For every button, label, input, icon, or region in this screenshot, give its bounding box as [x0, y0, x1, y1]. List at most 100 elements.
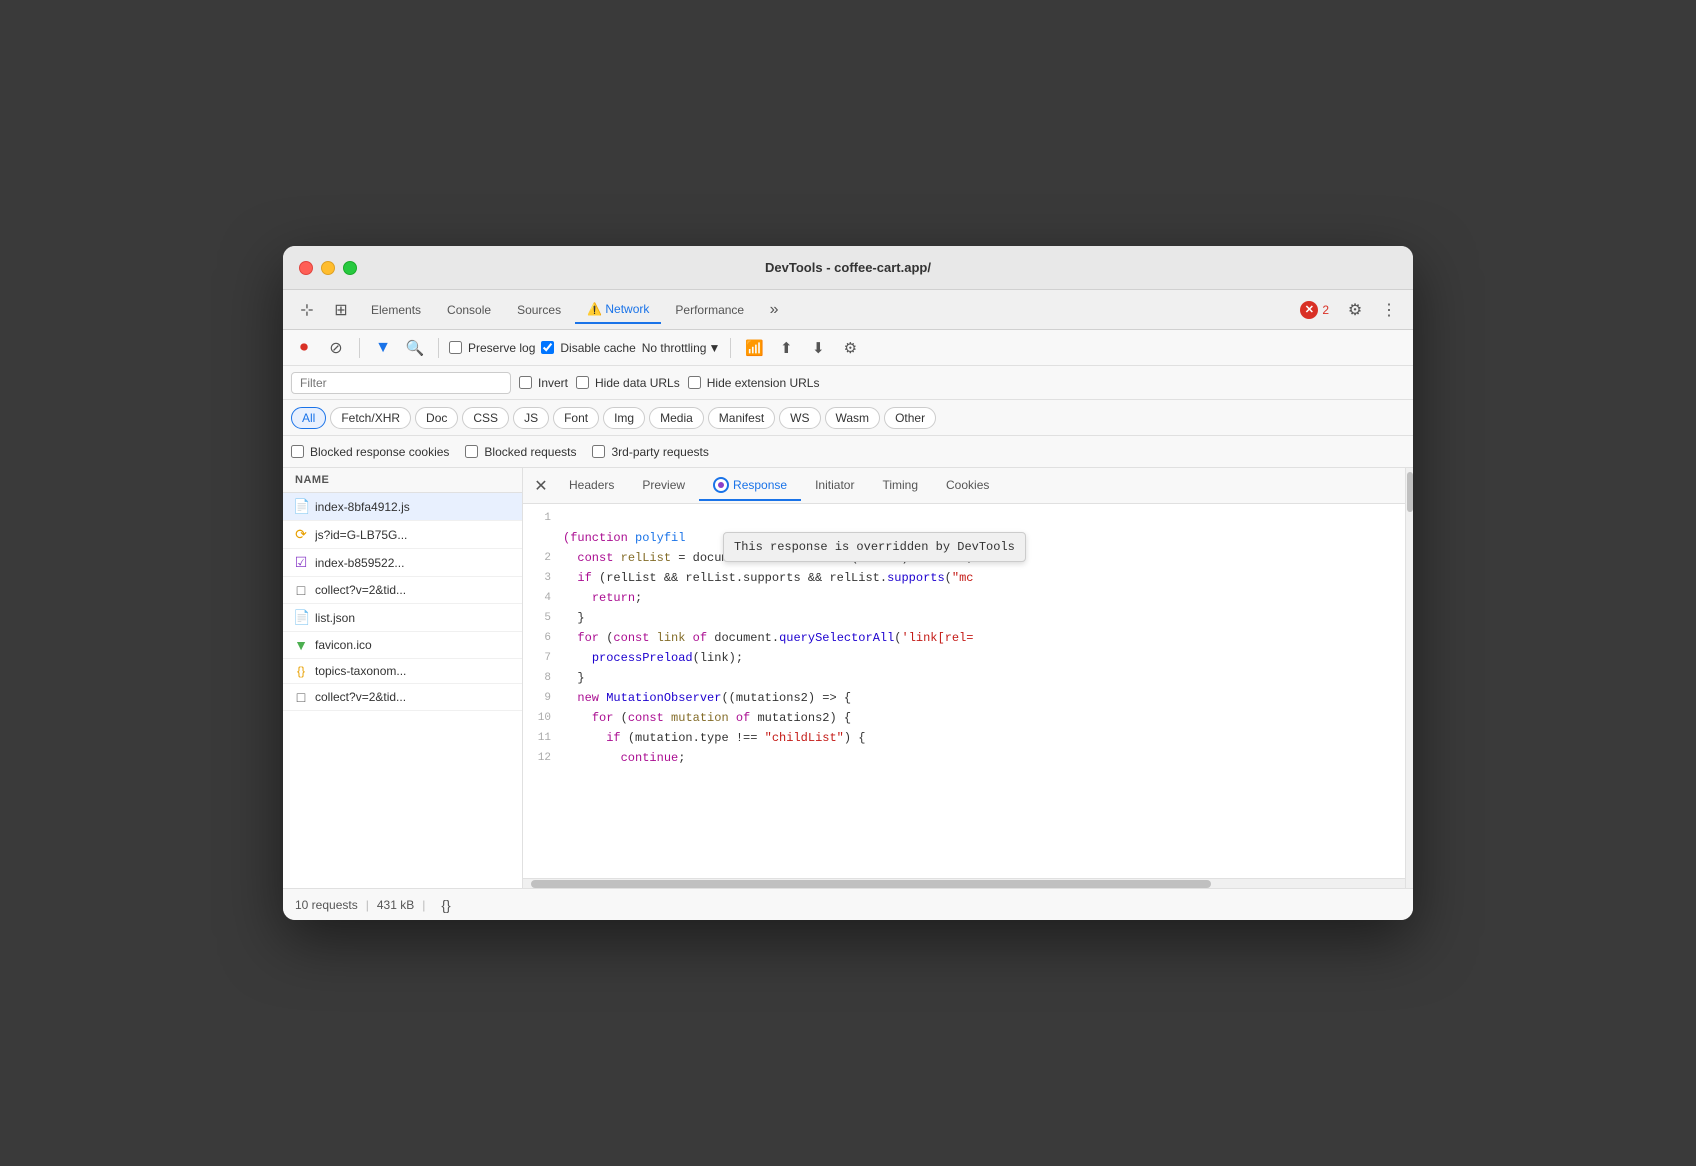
file-item-3[interactable]: ☑ index-b859522...	[283, 549, 522, 577]
file-item-4[interactable]: □ collect?v=2&tid...	[283, 577, 522, 604]
preserve-log-label: Preserve log	[468, 341, 535, 355]
main-content: Name 📄 index-8bfa4912.js ⟳ js?id=G-LB75G…	[283, 468, 1413, 888]
minimize-button[interactable]	[321, 261, 335, 275]
third-party-label: 3rd-party requests	[611, 445, 708, 459]
tab-headers[interactable]: Headers	[555, 472, 628, 500]
file-item-1[interactable]: 📄 index-8bfa4912.js	[283, 493, 522, 521]
vertical-scrollbar[interactable]	[1405, 468, 1413, 888]
tab-performance[interactable]: Performance	[663, 297, 756, 323]
tab-timing[interactable]: Timing	[868, 472, 932, 500]
code-viewer[interactable]: 1 (function polyfil This response is ove…	[523, 504, 1405, 878]
pretty-print-button[interactable]: {}	[441, 897, 450, 913]
devtools-tab-bar: ⊹ ⊞ Elements Console Sources ⚠️ Network …	[283, 290, 1413, 330]
search-icon[interactable]: 🔍	[402, 335, 428, 361]
blocked-cookies-checkbox[interactable]: Blocked response cookies	[291, 445, 449, 459]
transfer-size: 431 kB	[377, 898, 414, 912]
tab-elements[interactable]: Elements	[359, 297, 433, 323]
line-num-1: 1	[523, 508, 563, 528]
filter-icon[interactable]: ▼	[370, 335, 396, 361]
settings-icon[interactable]: ⚙	[1339, 294, 1371, 326]
file-item-8[interactable]: □ collect?v=2&tid...	[283, 684, 522, 711]
file-item-6[interactable]: ▼ favicon.ico	[283, 632, 522, 659]
response-dot-inner	[718, 482, 724, 488]
file-item-2[interactable]: ⟳ js?id=G-LB75G...	[283, 521, 522, 549]
separator-3	[730, 338, 731, 358]
tab-response[interactable]: Response	[699, 471, 801, 501]
close-button[interactable]	[299, 261, 313, 275]
filter-img[interactable]: Img	[603, 407, 645, 429]
blocked-requests-input[interactable]	[465, 445, 478, 458]
hide-extension-urls-label: Hide extension URLs	[707, 376, 820, 390]
hide-extension-urls-checkbox[interactable]: Hide extension URLs	[688, 376, 820, 390]
line-num-7: 7	[523, 648, 563, 668]
filter-media[interactable]: Media	[649, 407, 704, 429]
export-har-icon[interactable]: ⬆	[773, 335, 799, 361]
request-count: 10 requests	[295, 898, 358, 912]
record-button[interactable]: ⏺	[291, 335, 317, 361]
hide-extension-urls-input[interactable]	[688, 376, 701, 389]
line-code-10: for (const mutation of mutations2) {	[563, 708, 867, 728]
filter-js[interactable]: JS	[513, 407, 549, 429]
panel-close-button[interactable]: ✕	[527, 472, 555, 500]
disable-cache-input[interactable]	[541, 341, 554, 354]
network-settings-icon[interactable]: ⚙	[837, 335, 863, 361]
filter-wasm[interactable]: Wasm	[825, 407, 881, 429]
filter-manifest[interactable]: Manifest	[708, 407, 775, 429]
file-item-7[interactable]: {} topics-taxonom...	[283, 659, 522, 684]
more-menu-icon[interactable]: ⋮	[1373, 294, 1405, 326]
file-icon-1: 📄	[293, 498, 309, 515]
panel-tabs: ✕ Headers Preview Response Initiator Tim…	[523, 468, 1405, 504]
invert-input[interactable]	[519, 376, 532, 389]
error-count: 2	[1322, 303, 1329, 317]
tab-cookies[interactable]: Cookies	[932, 472, 1003, 500]
blocked-requests-label: Blocked requests	[484, 445, 576, 459]
hide-data-urls-checkbox[interactable]: Hide data URLs	[576, 376, 680, 390]
tab-preview[interactable]: Preview	[628, 472, 699, 500]
invert-checkbox[interactable]: Invert	[519, 376, 568, 390]
device-toggle-icon[interactable]: ⊞	[325, 294, 357, 326]
inspector-icon[interactable]: ⊹	[291, 294, 323, 326]
code-line-3: 3 if (relList && relList.supports && rel…	[523, 568, 1405, 588]
preserve-log-input[interactable]	[449, 341, 462, 354]
filter-input[interactable]	[291, 372, 511, 394]
blocked-filters-row: Blocked response cookies Blocked request…	[283, 436, 1413, 468]
file-name-4: collect?v=2&tid...	[315, 583, 406, 597]
import-har-icon[interactable]: ⬇	[805, 335, 831, 361]
status-bar: 10 requests | 431 kB | {}	[283, 888, 1413, 920]
h-scroll-thumb[interactable]	[531, 880, 1211, 888]
line-code-4: return;	[563, 588, 658, 608]
filter-font[interactable]: Font	[553, 407, 599, 429]
filter-other[interactable]: Other	[884, 407, 936, 429]
more-tabs-icon[interactable]: »	[758, 294, 790, 326]
code-line-6: 6 for (const link of document.querySelec…	[523, 628, 1405, 648]
network-conditions-icon[interactable]: 📶	[741, 335, 767, 361]
v-scroll-thumb[interactable]	[1407, 472, 1413, 512]
filter-fetch-xhr[interactable]: Fetch/XHR	[330, 407, 411, 429]
filter-all[interactable]: All	[291, 407, 326, 429]
hide-data-urls-input[interactable]	[576, 376, 589, 389]
response-panel: ✕ Headers Preview Response Initiator Tim…	[523, 468, 1405, 888]
clear-button[interactable]: ⊘	[323, 335, 349, 361]
tab-sources[interactable]: Sources	[505, 297, 573, 323]
file-item-5[interactable]: 📄 list.json	[283, 604, 522, 632]
filter-doc[interactable]: Doc	[415, 407, 458, 429]
horizontal-scrollbar[interactable]	[523, 878, 1405, 888]
error-badge[interactable]: ✕ 2	[1292, 297, 1337, 323]
blocked-cookies-input[interactable]	[291, 445, 304, 458]
maximize-button[interactable]	[343, 261, 357, 275]
preserve-log-checkbox[interactable]: Preserve log	[449, 341, 535, 355]
file-name-1: index-8bfa4912.js	[315, 500, 410, 514]
file-name-8: collect?v=2&tid...	[315, 690, 406, 704]
third-party-checkbox[interactable]: 3rd-party requests	[592, 445, 708, 459]
filter-ws[interactable]: WS	[779, 407, 820, 429]
file-icon-4: □	[293, 582, 309, 598]
throttle-select[interactable]: No throttling ▼	[642, 341, 721, 355]
disable-cache-checkbox[interactable]: Disable cache	[541, 341, 635, 355]
blocked-requests-checkbox[interactable]: Blocked requests	[465, 445, 576, 459]
tab-console[interactable]: Console	[435, 297, 503, 323]
tab-initiator[interactable]: Initiator	[801, 472, 868, 500]
filter-css[interactable]: CSS	[462, 407, 509, 429]
line-code-5: }	[563, 608, 601, 628]
tab-network[interactable]: ⚠️ Network	[575, 296, 661, 324]
third-party-input[interactable]	[592, 445, 605, 458]
